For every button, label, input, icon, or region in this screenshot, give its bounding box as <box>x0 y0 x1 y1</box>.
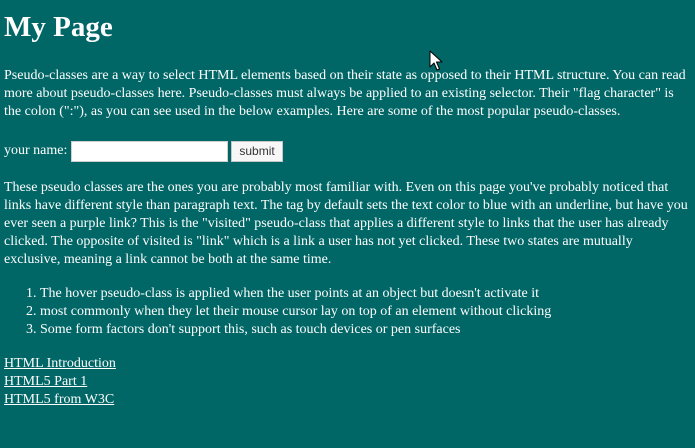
links-list: HTML Introduction HTML5 Part 1 HTML5 fro… <box>4 355 692 409</box>
page-title: My Page <box>4 11 113 43</box>
link-html5-from-w3c[interactable]: HTML5 from W3C <box>4 391 692 409</box>
pseudo-classes-paragraph: These pseudo classes are the ones you ar… <box>4 180 688 267</box>
submit-button[interactable]: submit <box>231 140 283 162</box>
name-input[interactable] <box>71 140 229 162</box>
list-item: The hover pseudo-class is applied when t… <box>40 285 692 303</box>
hover-list: The hover pseudo-class is applied when t… <box>4 285 692 339</box>
link-html-introduction[interactable]: HTML Introduction <box>4 355 692 373</box>
mouse-pointer-icon <box>429 50 443 71</box>
intro-paragraph: Pseudo-classes are a way to select HTML … <box>4 68 686 119</box>
link-html5-part-1[interactable]: HTML5 Part 1 <box>4 373 692 391</box>
name-form: your name: submit <box>4 139 692 163</box>
list-item: Some form factors don't support this, su… <box>40 321 692 339</box>
page-content: My Page Pseudo-classes are a way to sele… <box>4 0 692 409</box>
list-item: most commonly when they let their mouse … <box>40 303 692 321</box>
name-label: your name: <box>4 143 68 158</box>
